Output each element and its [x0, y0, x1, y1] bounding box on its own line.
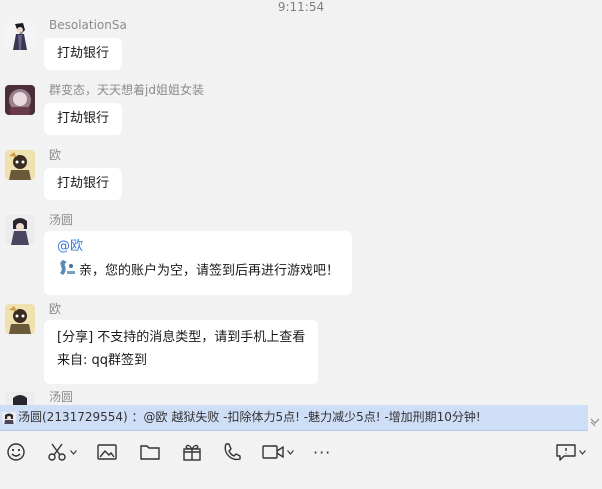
sender-name: BesolationSa [49, 18, 127, 32]
video-call-button[interactable] [262, 441, 294, 463]
video-icon [262, 443, 284, 461]
image-button[interactable] [97, 441, 117, 463]
mention-link[interactable]: @欧 [57, 235, 339, 258]
avatar [2, 410, 16, 424]
sender-name: 欧 [49, 302, 62, 316]
latest-message-notice[interactable]: 汤圆(2131729554) ：@欧 越狱失败 -扣除体力5点! -魅力减少5点… [0, 405, 588, 431]
phone-icon [222, 442, 242, 462]
sender-name: 群变态，天天想着jd姐姐女装 [49, 83, 204, 97]
chat-history-button[interactable] [556, 441, 586, 463]
emoji-icon [6, 442, 26, 462]
avatar[interactable] [5, 215, 35, 245]
emoji-button[interactable] [6, 441, 26, 463]
voice-call-button[interactable] [222, 441, 242, 463]
message-bubble[interactable]: [分享] 不支持的消息类型，请到手机上查看 来自: qq群签到 [44, 320, 319, 384]
gift-button[interactable] [182, 441, 202, 463]
notice-text: 汤圆(2131729554) ：@欧 越狱失败 -扣除体力5点! -魅力减少5点… [18, 410, 481, 424]
chevron-down-icon[interactable] [287, 449, 294, 455]
avatar[interactable] [5, 20, 35, 50]
collapse-icon[interactable] [590, 415, 600, 427]
sender-name: 欧 [49, 148, 62, 162]
gift-icon [182, 442, 202, 462]
folder-icon [140, 443, 160, 461]
sign-in-icon [57, 258, 77, 284]
message-text: 打劫银行 [57, 176, 110, 191]
image-icon [97, 443, 117, 461]
message-text: 来自: qq群签到 [57, 353, 148, 368]
avatar[interactable] [5, 392, 35, 405]
message-line: 亲，您的账户为空，请签到后再进行游戏吧！ [57, 258, 339, 284]
more-icon: ··· [313, 442, 332, 462]
sender-name: 汤圆 [49, 213, 74, 227]
message-text: 打劫银行 [57, 111, 110, 126]
message-bubble[interactable]: 打劫银行 [44, 38, 123, 70]
message-bubble[interactable]: 打劫银行 [44, 168, 123, 200]
chat-bubble-icon [556, 443, 576, 461]
chevron-down-icon[interactable] [579, 449, 586, 455]
avatar[interactable] [5, 304, 35, 334]
message-bubble[interactable]: 打劫银行 [44, 103, 123, 135]
message-text: 亲，您的账户为空，请签到后再进行游戏吧！ [79, 263, 340, 279]
message-timestamp: 9:11:54 [277, 0, 325, 14]
more-button[interactable]: ··· [313, 441, 331, 463]
sender-name: 汤圆 [49, 390, 74, 404]
message-text: [分享] 不支持的消息类型，请到手机上查看 [57, 330, 306, 345]
chevron-down-icon[interactable] [70, 449, 77, 455]
input-toolbar: ··· [0, 431, 602, 471]
file-button[interactable] [140, 441, 160, 463]
avatar[interactable] [5, 85, 35, 115]
screenshot-button[interactable] [47, 441, 77, 463]
avatar[interactable] [5, 150, 35, 180]
scissors-icon [47, 442, 67, 462]
message-bubble[interactable]: @欧 亲，您的账户为空，请签到后再进行游戏吧！ [44, 231, 353, 295]
message-text: 打劫银行 [57, 46, 110, 61]
